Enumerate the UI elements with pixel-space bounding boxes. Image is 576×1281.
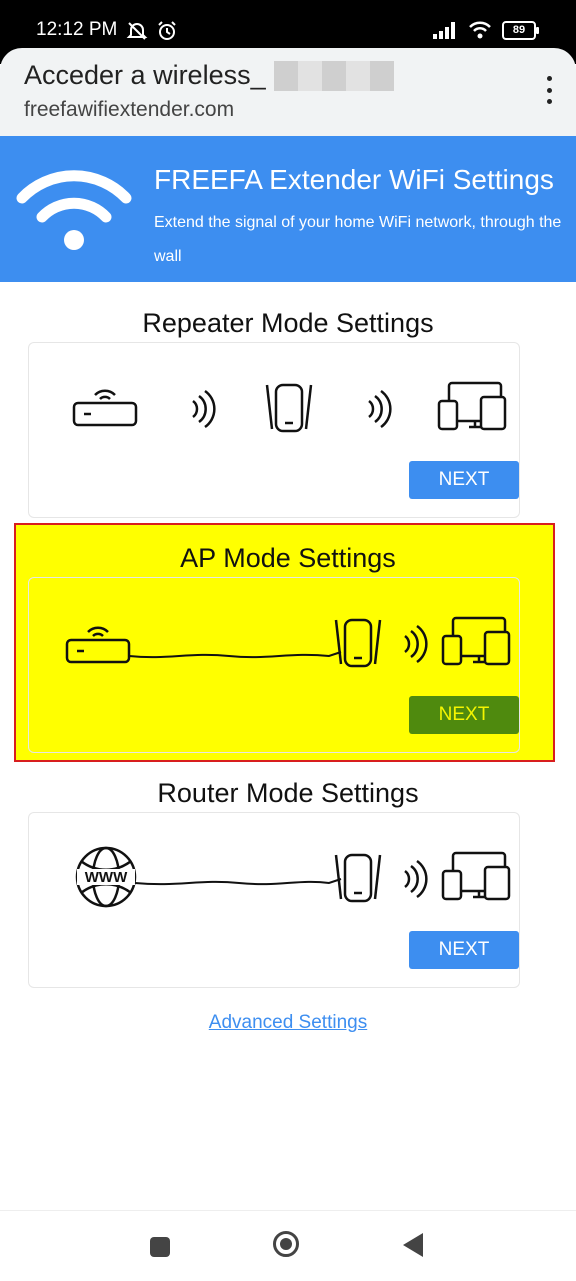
devices-icon <box>441 616 511 666</box>
devices-icon <box>437 381 507 431</box>
cable-line <box>128 651 342 659</box>
ap-mode-card: NEXT <box>28 577 520 753</box>
cable-line <box>134 878 342 886</box>
repeater-next-button[interactable]: NEXT <box>409 461 519 499</box>
signal-waves-icon <box>192 389 216 429</box>
router-icon <box>65 626 131 664</box>
url-domain[interactable]: freefawifiextender.com <box>24 98 234 122</box>
router-mode-card: WWW NEXT <box>28 812 520 988</box>
status-time: 12:12 PM <box>36 19 118 40</box>
router-next-button[interactable]: NEXT <box>409 931 519 969</box>
wifi-logo-icon <box>16 170 132 250</box>
alarm-clock-icon <box>158 21 176 40</box>
router-icon <box>72 389 138 427</box>
home-icon[interactable] <box>273 1231 299 1257</box>
back-icon[interactable] <box>403 1233 423 1257</box>
page-title: Acceder a wireless_ <box>24 60 394 91</box>
page-title-text: Acceder a wireless_ <box>24 60 266 90</box>
signal-waves-icon <box>404 624 428 664</box>
signal-icon <box>433 22 455 39</box>
ap-next-button[interactable]: NEXT <box>409 696 519 734</box>
extender-icon <box>265 383 313 433</box>
signal-waves-icon <box>404 859 428 899</box>
browser-url-bar[interactable]: Acceder a wireless_ freefawifiextender.c… <box>0 48 576 136</box>
repeater-mode-title: Repeater Mode Settings <box>142 308 434 338</box>
banner-title: FREEFA Extender WiFi Settings <box>154 164 554 195</box>
battery-icon: 89 <box>502 20 539 40</box>
wifi-status-icon <box>469 21 491 39</box>
system-nav-bar <box>0 1210 576 1281</box>
extender-icon <box>334 853 382 903</box>
signal-waves-icon <box>368 389 392 429</box>
repeater-mode-card: NEXT <box>28 342 520 518</box>
devices-icon <box>441 851 511 901</box>
ap-mode-title: AP Mode Settings <box>180 543 396 573</box>
recent-apps-icon[interactable] <box>150 1237 170 1257</box>
router-mode-title: Router Mode Settings <box>157 778 419 808</box>
banner-subtitle: Extend the signal of your home WiFi netw… <box>154 214 562 265</box>
www-label: WWW <box>85 869 128 886</box>
header-banner: FREEFA Extender WiFi Settings Extend the… <box>0 136 576 282</box>
advanced-settings-link[interactable]: Advanced Settings <box>0 1012 576 1034</box>
muted-alarm-icon <box>126 22 148 40</box>
more-options-icon[interactable] <box>544 76 554 104</box>
redacted-text <box>273 60 394 91</box>
status-notification-icons <box>126 20 178 42</box>
status-system-icons: 89 <box>432 20 539 40</box>
extender-icon <box>334 618 382 668</box>
